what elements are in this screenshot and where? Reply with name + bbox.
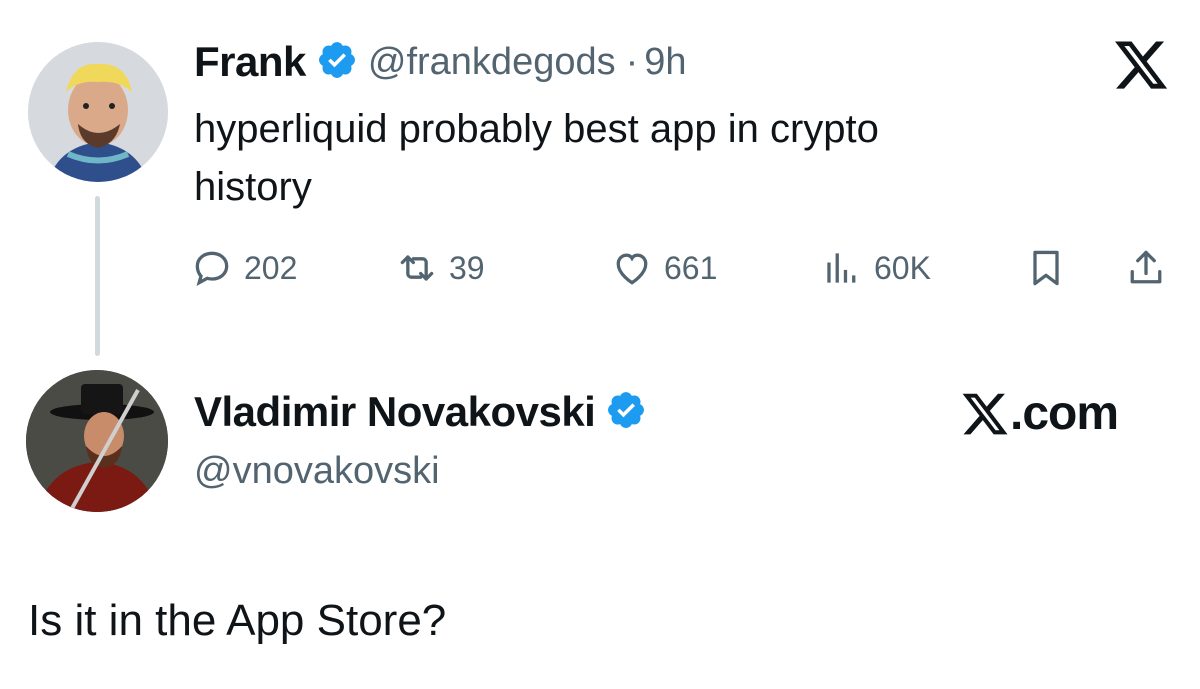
- like-button[interactable]: 661: [610, 246, 717, 290]
- repost-count: 39: [449, 249, 485, 286]
- author-name[interactable]: Frank: [194, 38, 306, 86]
- x-com-domain: .com: [1010, 387, 1119, 440]
- original-tweet-header: Frank @frankdegods · 9h: [194, 38, 687, 86]
- reply-count: 202: [244, 249, 298, 286]
- author-handle[interactable]: @frankdegods: [368, 41, 616, 84]
- reply-author-row: Vladimir Novakovski: [194, 388, 647, 436]
- reply-button[interactable]: 202: [190, 246, 297, 290]
- bookmark-button[interactable]: [1024, 246, 1068, 295]
- original-tweet-text: hyperliquid probably best app in crypto …: [194, 100, 1094, 216]
- verified-badge-icon: [605, 389, 647, 436]
- reply-author-name[interactable]: Vladimir Novakovski: [194, 388, 596, 436]
- reply-text: Is it in the App Store?: [28, 596, 447, 645]
- tweet-time[interactable]: 9h: [644, 41, 686, 84]
- tweet-action-bar: 202 39 661 60K: [190, 246, 1180, 294]
- views-chart-icon: [827, 253, 856, 283]
- x-logo-icon[interactable]: [1112, 36, 1172, 96]
- tweet-text-line-2: history: [194, 165, 312, 209]
- share-icon: [1130, 250, 1162, 284]
- repost-button[interactable]: 39: [395, 246, 485, 290]
- heart-icon: [616, 253, 648, 285]
- repost-icon: [400, 255, 434, 281]
- avatar-vladimir-image: [26, 370, 168, 512]
- reply-author-handle[interactable]: @vnovakovski: [194, 450, 440, 493]
- view-count: 60K: [874, 249, 931, 286]
- x-logo-icon: [962, 393, 1008, 434]
- separator-dot: ·: [625, 40, 639, 83]
- views-button[interactable]: 60K: [820, 246, 931, 290]
- thread-line: [95, 196, 100, 356]
- verified-badge-icon: [316, 39, 358, 86]
- avatar-frank[interactable]: [28, 42, 168, 182]
- avatar-vladimir[interactable]: [26, 370, 168, 512]
- share-button[interactable]: [1124, 246, 1168, 295]
- avatar-frank-image: [28, 42, 168, 182]
- reply-icon: [195, 251, 229, 286]
- bookmark-icon: [1033, 250, 1059, 286]
- x-com-brand: .com: [960, 386, 1119, 441]
- tweet-text-line-1: hyperliquid probably best app in crypto: [194, 107, 879, 151]
- like-count: 661: [664, 249, 718, 286]
